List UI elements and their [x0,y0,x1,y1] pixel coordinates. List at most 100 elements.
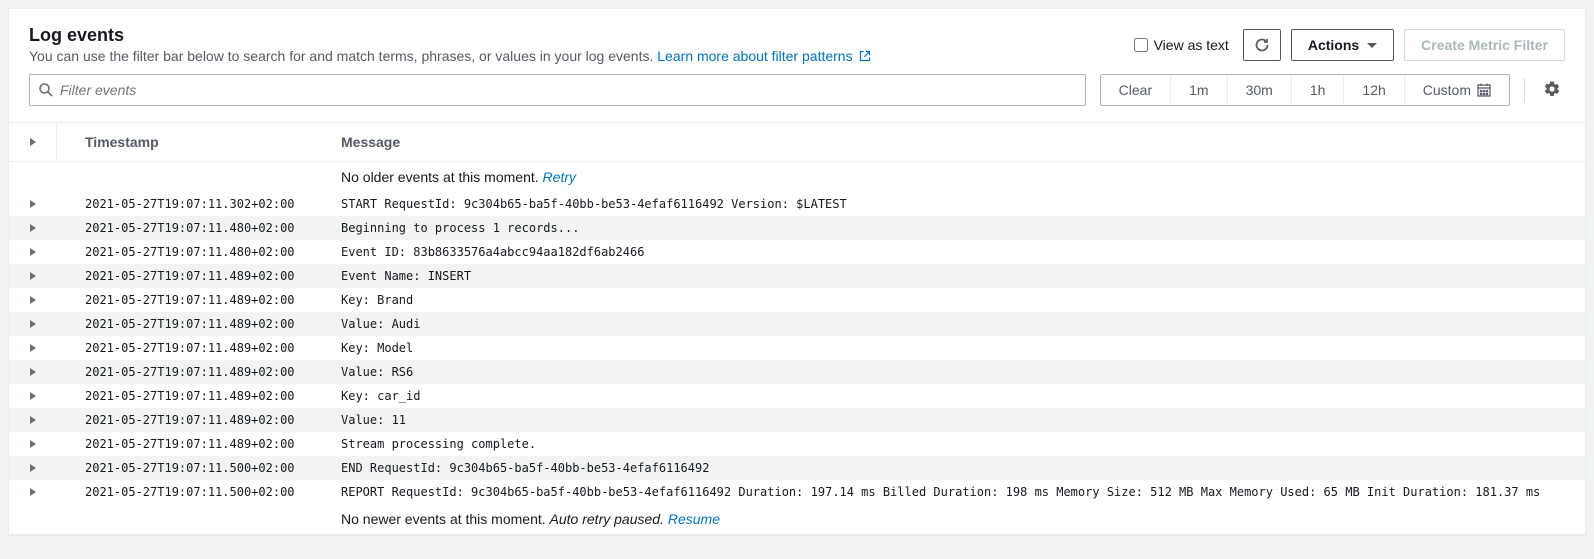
no-newer-text: No newer events at this moment. [341,511,550,527]
chevron-right-icon [30,224,36,232]
toolbar-divider [1524,78,1525,102]
log-row: 2021-05-27T19:07:11.489+02:00Stream proc… [9,432,1585,456]
refresh-icon [1254,37,1270,53]
retry-link[interactable]: Retry [543,169,576,185]
table-header: Timestamp Message [9,122,1585,162]
log-row: 2021-05-27T19:07:11.302+02:00START Reque… [9,192,1585,216]
row-expand-toggle[interactable] [9,200,57,208]
chevron-right-icon [30,248,36,256]
time-12h-button[interactable]: 12h [1344,75,1404,105]
log-row: 2021-05-27T19:07:11.489+02:00Key: Model [9,336,1585,360]
subtitle-text: You can use the filter bar below to sear… [29,48,657,64]
column-timestamp[interactable]: Timestamp [57,134,337,150]
time-custom-button[interactable]: Custom [1405,75,1509,105]
page-title: Log events [29,25,1134,46]
refresh-button[interactable] [1243,29,1281,61]
row-expand-toggle[interactable] [9,416,57,424]
row-message: START RequestId: 9c304b65-ba5f-40bb-be53… [337,197,1585,211]
chevron-right-icon [30,440,36,448]
row-message: Value: RS6 [337,365,1585,379]
create-filter-label: Create Metric Filter [1421,37,1548,53]
row-timestamp: 2021-05-27T19:07:11.302+02:00 [57,197,337,211]
external-link-icon [859,50,871,62]
actions-dropdown[interactable]: Actions [1291,29,1394,61]
row-timestamp: 2021-05-27T19:07:11.480+02:00 [57,245,337,259]
actions-label: Actions [1308,37,1359,53]
chevron-down-icon [1367,43,1377,48]
settings-button[interactable] [1539,76,1565,105]
row-timestamp: 2021-05-27T19:07:11.500+02:00 [57,485,337,499]
row-message: Value: 11 [337,413,1585,427]
learn-more-link[interactable]: Learn more about filter patterns [657,48,870,64]
create-metric-filter-button[interactable]: Create Metric Filter [1404,29,1565,61]
view-as-text-checkbox[interactable] [1134,38,1148,52]
resume-link[interactable]: Resume [668,511,720,527]
chevron-right-icon [30,138,36,146]
column-message[interactable]: Message [337,134,1585,150]
row-expand-toggle[interactable] [9,296,57,304]
header-left: Log events You can use the filter bar be… [29,25,1134,64]
row-timestamp: 2021-05-27T19:07:11.489+02:00 [57,269,337,283]
row-timestamp: 2021-05-27T19:07:11.489+02:00 [57,437,337,451]
chevron-right-icon [30,200,36,208]
search-icon [38,82,54,98]
row-message: Key: car_id [337,389,1585,403]
view-as-text-label: View as text [1154,37,1229,53]
row-message: REPORT RequestId: 9c304b65-ba5f-40bb-be5… [337,485,1585,499]
header-actions: View as text Actions Create Metric Filte… [1134,25,1565,61]
row-message: Event ID: 83b8633576a4abcc94aa182df6ab24… [337,245,1585,259]
chevron-right-icon [30,488,36,496]
time-1h-button[interactable]: 1h [1292,75,1345,105]
row-timestamp: 2021-05-27T19:07:11.480+02:00 [57,221,337,235]
chevron-right-icon [30,392,36,400]
row-expand-toggle[interactable] [9,224,57,232]
row-expand-toggle[interactable] [9,440,57,448]
row-expand-toggle[interactable] [9,368,57,376]
row-message: Beginning to process 1 records... [337,221,1585,235]
calendar-icon [1477,83,1491,97]
row-message: Event Name: INSERT [337,269,1585,283]
log-events-panel: Log events You can use the filter bar be… [8,8,1586,535]
chevron-right-icon [30,368,36,376]
filter-toolbar: Clear 1m 30m 1h 12h Custom [9,74,1585,122]
gear-icon [1543,80,1561,98]
learn-more-label: Learn more about filter patterns [657,48,852,64]
row-message: Key: Brand [337,293,1585,307]
log-row: 2021-05-27T19:07:11.489+02:00Event Name:… [9,264,1585,288]
no-newer-notice: No newer events at this moment. Auto ret… [9,504,1585,534]
row-message: Value: Audi [337,317,1585,331]
no-older-notice: No older events at this moment. Retry [9,162,1585,192]
row-timestamp: 2021-05-27T19:07:11.500+02:00 [57,461,337,475]
time-1m-button[interactable]: 1m [1171,75,1227,105]
row-timestamp: 2021-05-27T19:07:11.489+02:00 [57,317,337,331]
row-expand-toggle[interactable] [9,392,57,400]
filter-input[interactable] [60,82,1077,98]
row-expand-toggle[interactable] [9,320,57,328]
row-expand-toggle[interactable] [9,272,57,280]
auto-retry-text: Auto retry paused. [550,511,668,527]
row-message: END RequestId: 9c304b65-ba5f-40bb-be53-4… [337,461,1585,475]
chevron-right-icon [30,344,36,352]
row-expand-toggle[interactable] [9,488,57,496]
expand-all-toggle[interactable] [9,123,57,161]
log-row: 2021-05-27T19:07:11.489+02:00Value: Audi [9,312,1585,336]
log-row: 2021-05-27T19:07:11.489+02:00Key: Brand [9,288,1585,312]
filter-input-wrap[interactable] [29,74,1086,106]
row-message: Stream processing complete. [337,437,1585,451]
row-timestamp: 2021-05-27T19:07:11.489+02:00 [57,341,337,355]
view-as-text-toggle[interactable]: View as text [1134,37,1229,53]
row-expand-toggle[interactable] [9,344,57,352]
log-row: 2021-05-27T19:07:11.489+02:00Value: RS6 [9,360,1585,384]
log-row: 2021-05-27T19:07:11.480+02:00Event ID: 8… [9,240,1585,264]
time-clear-button[interactable]: Clear [1101,75,1171,105]
log-row: 2021-05-27T19:07:11.480+02:00Beginning t… [9,216,1585,240]
time-range-group: Clear 1m 30m 1h 12h Custom [1100,74,1510,106]
row-expand-toggle[interactable] [9,464,57,472]
row-timestamp: 2021-05-27T19:07:11.489+02:00 [57,365,337,379]
time-custom-label: Custom [1423,82,1471,98]
row-timestamp: 2021-05-27T19:07:11.489+02:00 [57,389,337,403]
row-timestamp: 2021-05-27T19:07:11.489+02:00 [57,293,337,307]
log-rows: No older events at this moment. Retry 20… [9,162,1585,534]
time-30m-button[interactable]: 30m [1228,75,1292,105]
row-expand-toggle[interactable] [9,248,57,256]
